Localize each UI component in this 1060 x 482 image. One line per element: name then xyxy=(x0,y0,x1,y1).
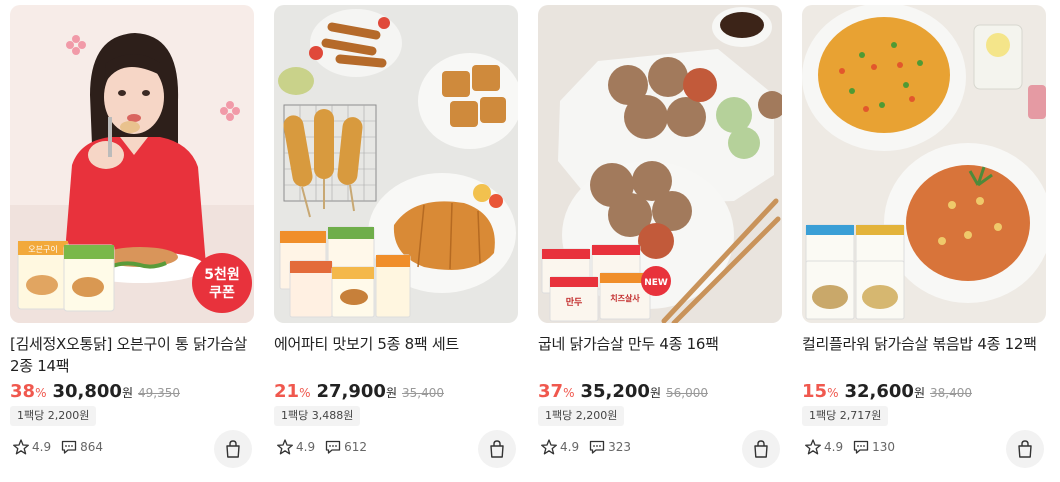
pack-label: 오븐구이 xyxy=(28,244,57,254)
sale-price: 32,600 xyxy=(844,381,914,402)
shopping-bag-icon xyxy=(1018,440,1032,458)
add-to-cart-button[interactable] xyxy=(214,430,252,468)
rating: 4.9 xyxy=(560,440,580,454)
review-meta: 4.9 864 xyxy=(12,437,112,457)
review-meta: 4.9 130 xyxy=(804,437,904,457)
review-count: 864 xyxy=(80,440,103,454)
unit-price-badge: 1팩당 2,200원 xyxy=(538,406,625,426)
speech-bubble-icon xyxy=(325,440,341,454)
shopping-bag-icon xyxy=(490,440,504,458)
review-meta: 4.9 323 xyxy=(540,437,640,457)
speech-bubble-icon xyxy=(61,440,77,454)
product-image[interactable]: 오븐구이 5천원 쿠폰 xyxy=(10,5,254,323)
product-image[interactable] xyxy=(274,5,518,323)
price-row: 38% 30,800원 49,350 xyxy=(10,381,180,407)
original-price: 35,400 xyxy=(401,386,444,400)
new-badge-text: NEW xyxy=(644,278,668,288)
review-count: 130 xyxy=(872,440,895,454)
star-icon xyxy=(805,439,821,455)
speech-bubble-icon xyxy=(853,440,869,454)
discount-rate: 38 xyxy=(10,381,36,402)
unit-price-badge: 1팩당 2,200원 xyxy=(10,406,97,426)
sale-price: 35,200 xyxy=(580,381,650,402)
star-icon xyxy=(541,439,557,455)
add-to-cart-button[interactable] xyxy=(1006,430,1044,468)
product-card[interactable]: 오븐구이 5천원 쿠폰 [김세정X오통닭] 오븐구이 통 닭가슴살 2종 14팩… xyxy=(10,5,254,475)
price-row: 21% 27,900원 35,400 xyxy=(274,381,444,407)
price-row: 37% 35,200원 56,000 xyxy=(538,381,708,407)
discount-rate: 21 xyxy=(274,381,300,402)
unit-price-badge: 1팩당 3,488원 xyxy=(274,406,361,426)
review-count: 612 xyxy=(344,440,367,454)
product-title[interactable]: [김세정X오통닭] 오븐구이 통 닭가슴살 2종 14팩 xyxy=(10,333,254,377)
coupon-badge-amount: 5천원 xyxy=(204,267,240,283)
product-title[interactable]: 컬리플라워 닭가슴살 볶음밥 4종 12팩 xyxy=(802,333,1046,355)
original-price: 49,350 xyxy=(137,386,180,400)
discount-unit: % xyxy=(563,386,575,400)
pack-label-mandu: 만두 xyxy=(566,296,583,308)
discount-unit: % xyxy=(299,386,311,400)
star-icon xyxy=(277,439,293,455)
review-meta: 4.9 612 xyxy=(276,437,376,457)
product-grid: 오븐구이 5천원 쿠폰 [김세정X오통닭] 오븐구이 통 닭가슴살 2종 14팩… xyxy=(10,5,1050,475)
shopping-bag-icon xyxy=(754,440,768,458)
product-image[interactable]: 만두 치즈살사 NEW xyxy=(538,5,782,323)
original-price: 38,400 xyxy=(929,386,972,400)
sale-price: 27,900 xyxy=(316,381,386,402)
currency: 원 xyxy=(385,386,397,400)
product-card[interactable]: 에어파티 맛보기 5종 8팩 세트 21% 27,900원 35,400 1팩당 3… xyxy=(274,5,518,475)
product-card[interactable]: 만두 치즈살사 NEW 굽네 닭가슴살 만두 4종 16팩 37% 35,200원… xyxy=(538,5,782,475)
currency: 원 xyxy=(913,386,925,400)
coupon-badge-label: 쿠폰 xyxy=(209,285,235,301)
add-to-cart-button[interactable] xyxy=(742,430,780,468)
product-image[interactable] xyxy=(802,5,1046,323)
discount-rate: 15 xyxy=(802,381,828,402)
rating: 4.9 xyxy=(296,440,316,454)
coupon-badge xyxy=(192,253,252,313)
currency: 원 xyxy=(649,386,661,400)
review-count: 323 xyxy=(608,440,631,454)
currency: 원 xyxy=(121,386,133,400)
product-title[interactable]: 굽네 닭가슴살 만두 4종 16팩 xyxy=(538,333,782,355)
product-card[interactable]: 컬리플라워 닭가슴살 볶음밥 4종 12팩 15% 32,600원 38,400 1… xyxy=(802,5,1046,475)
shopping-bag-icon xyxy=(226,440,240,458)
price-row: 15% 32,600원 38,400 xyxy=(802,381,972,407)
star-icon xyxy=(13,439,29,455)
unit-price-badge: 1팩당 2,717원 xyxy=(802,406,889,426)
discount-unit: % xyxy=(35,386,47,400)
original-price: 56,000 xyxy=(665,386,708,400)
discount-rate: 37 xyxy=(538,381,564,402)
rating: 4.9 xyxy=(824,440,844,454)
sale-price: 30,800 xyxy=(52,381,122,402)
speech-bubble-icon xyxy=(589,440,605,454)
discount-unit: % xyxy=(827,386,839,400)
add-to-cart-button[interactable] xyxy=(478,430,516,468)
product-title[interactable]: 에어파티 맛보기 5종 8팩 세트 xyxy=(274,333,518,355)
pack-label-cheese: 치즈살사 xyxy=(610,293,640,303)
rating: 4.9 xyxy=(32,440,52,454)
